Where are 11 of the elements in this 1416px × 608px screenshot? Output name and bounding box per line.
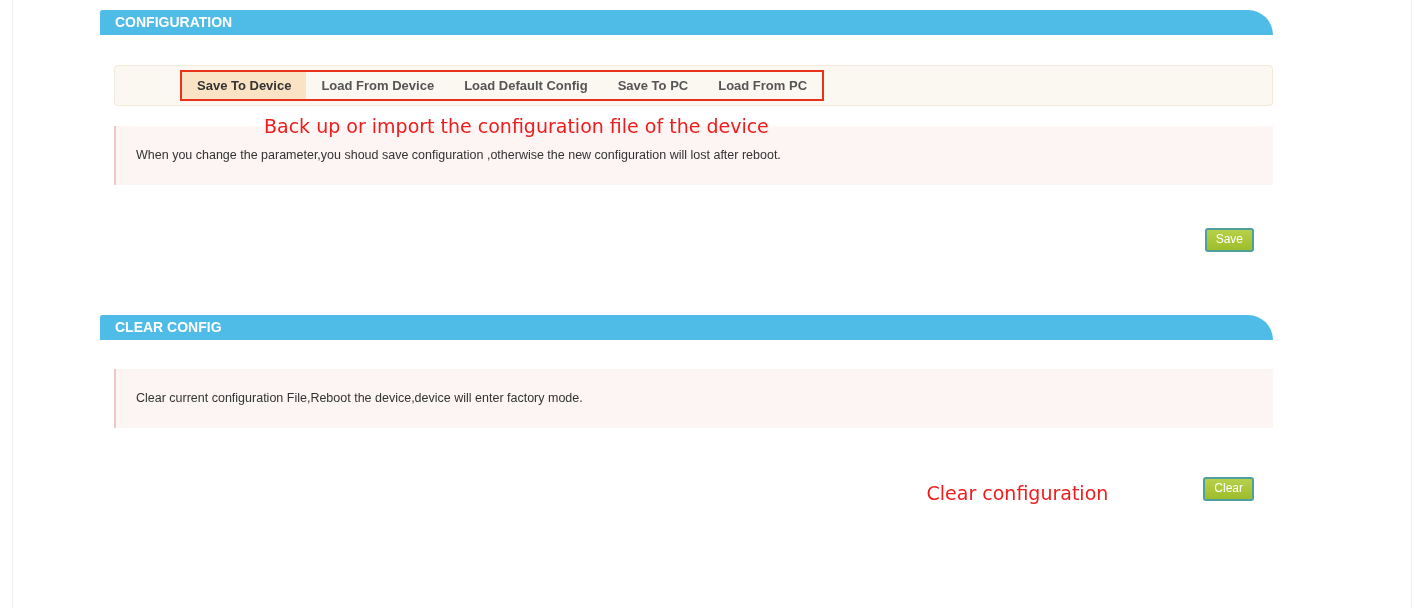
section-header: CONFIGURATION — [100, 10, 1273, 35]
tab[interactable]: Load From PC — [703, 72, 823, 99]
section-header: CLEAR CONFIG — [100, 314, 1273, 340]
tab[interactable]: Load From Device — [306, 72, 450, 99]
annotation-text: Clear configuration — [926, 480, 1109, 506]
tab[interactable]: Save To PC — [602, 72, 704, 99]
info-text: Clear current configuration File,Reboot the device,device will enter factory mode. — [136, 389, 583, 407]
tab[interactable]: Save To Device — [182, 72, 307, 99]
annotation-text: Back up or import the configuration file of the device — [264, 116, 769, 137]
tab[interactable]: Load Default Config — [449, 72, 603, 99]
info-text: When you change the parameter,you shoud save configuration ,otherwise the new configuration will lost after reboot. — [136, 147, 781, 165]
